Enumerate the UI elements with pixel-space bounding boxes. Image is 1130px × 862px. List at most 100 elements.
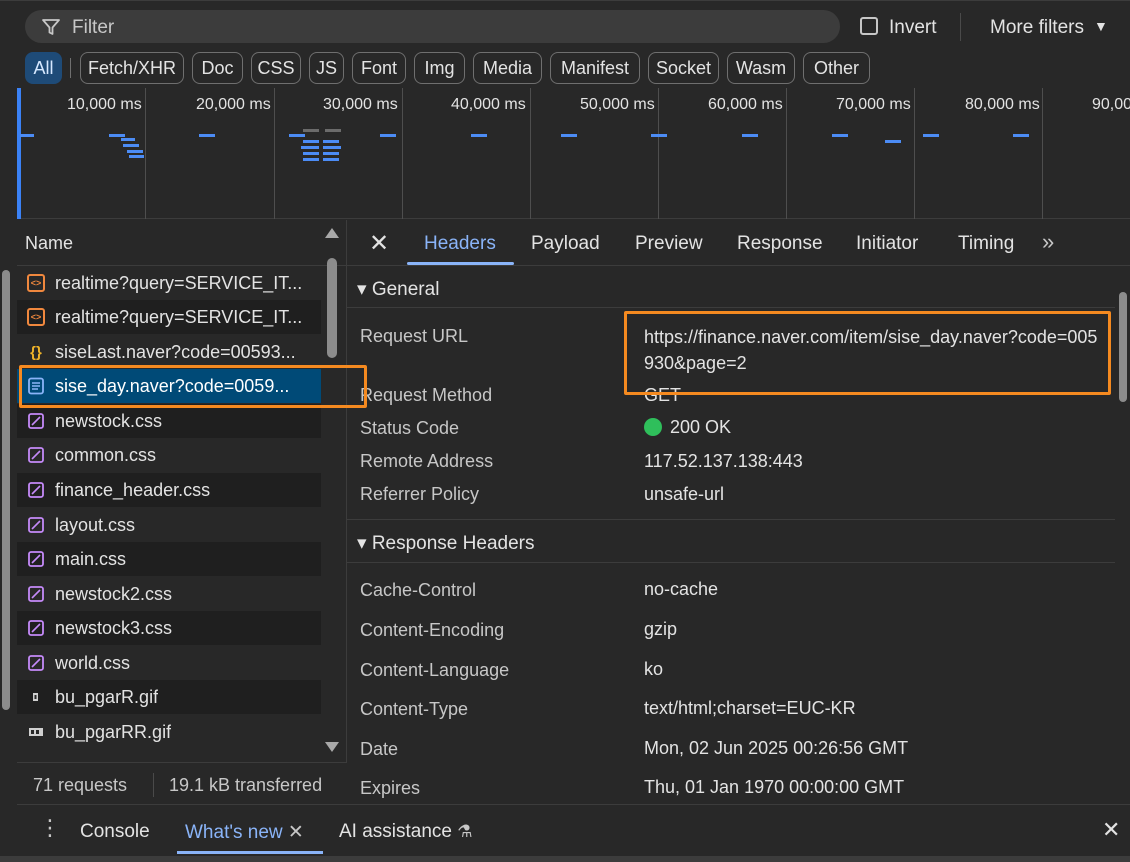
filter-input[interactable]: Filter [25,10,840,43]
details-scrollbar-thumb[interactable] [1119,292,1127,402]
request-list-scroll-thumb[interactable] [327,258,337,358]
timeline-tick-label: 70,000 ms [836,96,911,113]
request-row[interactable]: newstock2.css [17,577,321,611]
header-value: ko [644,659,664,679]
header-key: Content-Language [360,660,510,680]
details-scrollbar[interactable] [1117,292,1129,802]
drawer-menu-icon[interactable]: ⋮ [39,815,61,841]
request-url-label: Request URL [360,326,469,346]
request-row[interactable]: <> realtime?query=SERVICE_IT... [17,300,321,334]
name-column-header[interactable]: Name [17,220,347,266]
scroll-up-arrow-icon[interactable] [325,228,339,238]
request-row[interactable]: newstock.css [17,404,321,438]
request-row[interactable]: layout.css [17,508,321,542]
request-row[interactable]: finance_header.css [17,473,321,507]
tab-initiator[interactable]: Initiator [856,233,918,255]
type-filter-doc[interactable]: Doc [192,52,243,84]
name-column-label: Name [25,233,74,253]
image-icon [29,728,43,736]
scroll-down-arrow-icon[interactable] [325,742,339,752]
more-tabs-chevron-icon[interactable]: » [1042,229,1054,255]
header-key: Expires [360,778,421,798]
tab-preview[interactable]: Preview [635,233,703,255]
tab-response[interactable]: Response [737,233,823,255]
timeline-gridline [274,88,275,219]
request-row[interactable]: common.css [17,438,321,472]
drawer-tab-whats-new[interactable]: What's new ✕ [185,821,304,844]
request-row[interactable]: main.css [17,542,321,576]
request-row[interactable]: newstock3.css [17,611,321,645]
response-headers-section-toggle[interactable]: ▾ Response Headers [357,532,534,555]
timeline-request-bar [1013,134,1029,137]
type-filter-wasm[interactable]: Wasm [727,52,795,84]
section-divider [347,519,1115,520]
stylesheet-icon [28,655,44,671]
type-filter-font[interactable]: Font [352,52,406,84]
type-filter-img[interactable]: Img [414,52,465,84]
request-row[interactable]: {} siseLast.naver?code=00593... [17,335,321,369]
drawer-tab-ai-assistance[interactable]: AI assistance ⚗ [339,821,473,843]
request-name: layout.css [55,514,136,535]
timeline-gridline [1042,88,1043,219]
type-filter-fetch-xhr[interactable]: Fetch/XHR [80,52,184,84]
stylesheet-icon [28,447,44,463]
request-row[interactable]: <> realtime?query=SERVICE_IT... [17,266,321,300]
active-tab-indicator [407,262,514,265]
timeline-selection-handle[interactable] [17,88,21,219]
timeline-tick-label: 10,000 ms [67,96,142,113]
type-filter-all[interactable]: All [25,52,62,84]
request-row[interactable]: bu_pgarR.gif [17,680,321,714]
timeline-request-bar [109,134,125,137]
timeline-gridline [658,88,659,219]
filter-toolbar: Filter Invert More filters ▼ [0,0,1130,52]
tab-headers[interactable]: Headers [424,233,496,255]
timeline-request-bar [380,134,396,137]
request-name: siseLast.naver?code=00593... [55,341,296,362]
request-row[interactable]: world.css [17,646,321,680]
timeline-tick-label: 20,000 ms [196,96,271,113]
close-drawer-icon[interactable]: ✕ [1102,817,1120,843]
invert-label[interactable]: Invert [889,17,937,39]
request-name: bu_pgarRR.gif [55,721,172,742]
invert-checkbox[interactable] [860,17,878,35]
stylesheet-icon [28,482,44,498]
close-tab-icon[interactable]: ✕ [288,822,304,843]
type-filter-manifest[interactable]: Manifest [550,52,640,84]
general-section-toggle[interactable]: ▾ General [357,278,439,301]
timeline-request-bar [325,129,341,132]
highlight-selected-request [19,365,367,408]
type-filter-other[interactable]: Other [803,52,870,84]
section-divider [347,307,1115,308]
drawer-tab-console[interactable]: Console [80,821,150,843]
type-filter-media[interactable]: Media [473,52,542,84]
header-key: Content-Type [360,699,469,719]
close-icon[interactable]: ✕ [369,229,389,258]
timeline-request-bar [742,134,758,137]
header-key: Cache-Control [360,580,477,600]
more-filters-dropdown[interactable]: More filters ▼ [990,17,1108,39]
tab-timing[interactable]: Timing [958,233,1014,255]
request-details-pane: ✕ Headers Payload Preview Response Initi… [347,220,1130,804]
status-code-label: Status Code [360,418,460,438]
more-filters-label: More filters [990,17,1084,38]
header-key: Date [360,739,399,759]
funnel-icon [42,19,60,35]
timeline-tick-label: 30,000 ms [323,96,398,113]
timeline-request-bar [123,144,139,147]
stylesheet-icon [28,517,44,533]
network-overview-timeline[interactable]: 10,000 ms 20,000 ms 30,000 ms 40,000 ms … [17,88,1130,219]
type-filter-socket[interactable]: Socket [648,52,719,84]
tab-payload[interactable]: Payload [531,233,600,255]
request-row[interactable]: bu_pgarRR.gif [17,715,321,749]
type-filter-css[interactable]: CSS [251,52,301,84]
status-code-text: 200 OK [670,417,732,437]
outer-scrollbar[interactable] [0,270,12,740]
request-name: newstock2.css [55,583,173,604]
type-filter-js[interactable]: JS [309,52,344,84]
request-list-scrollbar[interactable] [325,228,339,758]
outer-scrollbar-thumb[interactable] [2,270,10,710]
request-name: finance_header.css [55,479,211,500]
timeline-request-bar [561,134,577,137]
timeline-request-bar [885,140,901,143]
bottom-drawer: ⋮ Console What's new ✕ AI assistance ⚗ ✕ [17,804,1130,856]
